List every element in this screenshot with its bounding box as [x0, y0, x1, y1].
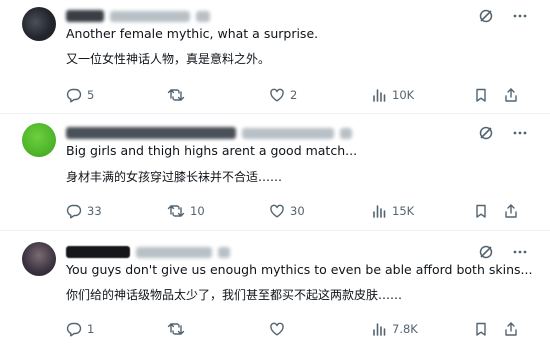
like-icon: [270, 88, 284, 102]
bookmark-button[interactable]: [473, 87, 489, 103]
reply-tweet[interactable]: Another female mythic, what a surprise. …: [0, 0, 550, 114]
repost-button[interactable]: [167, 321, 190, 337]
views-count: 15K: [392, 204, 415, 218]
repost-count: 10: [190, 204, 205, 218]
reply-icon: [66, 322, 82, 337]
repost-button[interactable]: [167, 87, 190, 103]
tweet-translation: 你们给的神话级物品太少了，我们甚至都买不起这两款皮肤……: [66, 288, 403, 302]
views-icon: [373, 205, 386, 218]
blurred-handle: [110, 10, 190, 22]
grok-icon[interactable]: [478, 125, 494, 141]
reply-button[interactable]: 5: [66, 87, 94, 103]
like-icon: [270, 322, 284, 336]
blurred-timestamp: [340, 127, 352, 139]
share-icon: [505, 204, 517, 218]
more-icon[interactable]: [512, 8, 528, 24]
reply-tweet[interactable]: Big girls and thigh highs arent a good m…: [0, 114, 550, 231]
share-button[interactable]: [503, 87, 519, 103]
bookmark-button[interactable]: [473, 203, 489, 219]
grok-icon[interactable]: [478, 8, 494, 24]
bookmark-icon: [476, 88, 486, 102]
views-count: 7.8K: [392, 322, 418, 336]
views-button[interactable]: 15K: [371, 203, 414, 219]
avatar[interactable]: [22, 242, 56, 276]
blurred-timestamp: [196, 10, 210, 22]
like-count: 2: [290, 88, 298, 102]
views-icon: [373, 89, 386, 102]
grok-icon[interactable]: [478, 244, 494, 260]
avatar[interactable]: [22, 123, 56, 157]
more-icon[interactable]: [512, 125, 528, 141]
repost-icon: [167, 323, 185, 335]
bookmark-button[interactable]: [473, 321, 489, 337]
like-icon: [270, 204, 284, 218]
views-count: 10K: [392, 88, 415, 102]
action-bar: 1 7.8K: [66, 321, 528, 339]
tweet-translation: 身材丰满的女孩穿过膝长袜并不合适……: [66, 170, 283, 184]
avatar[interactable]: [22, 7, 56, 41]
blurred-display-name: [66, 10, 104, 22]
bookmark-icon: [476, 322, 486, 336]
repost-icon: [167, 89, 185, 101]
more-icon[interactable]: [512, 244, 528, 260]
like-button[interactable]: [269, 321, 290, 337]
reply-icon: [66, 88, 82, 103]
like-button[interactable]: 2: [269, 87, 297, 103]
share-button[interactable]: [503, 321, 519, 337]
action-bar: 5 2 10K: [66, 87, 528, 105]
action-bar: 33 10 30 15K: [66, 203, 528, 221]
like-count: 30: [290, 204, 305, 218]
reply-icon: [66, 204, 82, 219]
bookmark-icon: [476, 204, 486, 218]
tweet-translation: 又一位女性神话人物，真是意料之外。: [66, 52, 271, 66]
blurred-handle: [136, 246, 212, 258]
tweet-header: [66, 126, 352, 140]
blurred-timestamp: [218, 246, 230, 258]
repost-icon: [167, 205, 185, 217]
blurred-display-name: [66, 127, 236, 139]
views-button[interactable]: 10K: [371, 87, 414, 103]
tweet-text: You guys don't give us enough mythics to…: [66, 262, 533, 277]
views-button[interactable]: 7.8K: [371, 321, 418, 337]
reply-button[interactable]: 33: [66, 203, 102, 219]
reply-count: 1: [87, 322, 95, 336]
reply-count: 33: [87, 204, 102, 218]
reply-button[interactable]: 1: [66, 321, 94, 337]
share-icon: [505, 322, 517, 336]
share-button[interactable]: [503, 203, 519, 219]
tweet-text: Another female mythic, what a surprise.: [66, 26, 319, 41]
blurred-display-name: [66, 246, 130, 258]
reply-count: 5: [87, 88, 95, 102]
tweet-header: [66, 245, 230, 259]
views-icon: [373, 323, 386, 336]
reply-tweet[interactable]: You guys don't give us enough mythics to…: [0, 231, 550, 344]
tweet-text: Big girls and thigh highs arent a good m…: [66, 143, 358, 158]
tweet-header: [66, 9, 210, 23]
share-icon: [505, 88, 517, 102]
like-button[interactable]: 30: [269, 203, 305, 219]
repost-button[interactable]: 10: [167, 203, 205, 219]
blurred-handle: [242, 127, 334, 139]
